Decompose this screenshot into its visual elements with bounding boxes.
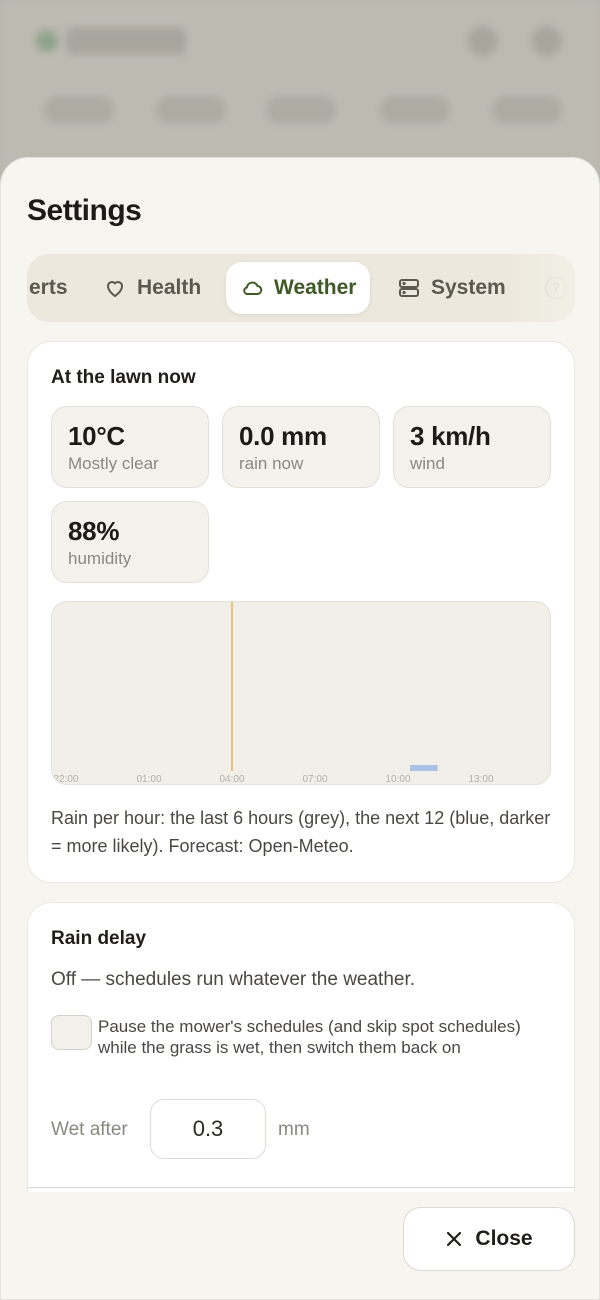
rain-delay-checkbox[interactable] bbox=[51, 1015, 92, 1050]
stat-value: 0.0 mm bbox=[239, 421, 327, 451]
rain-delay-card: Rain delay Off — schedules run whatever … bbox=[27, 902, 575, 1192]
background-stat bbox=[380, 96, 450, 124]
sheet-title: Settings bbox=[27, 194, 142, 227]
stat-value: 88% bbox=[68, 516, 120, 546]
x-tick-label: 22:00 bbox=[53, 774, 78, 785]
background-stat bbox=[492, 96, 562, 124]
background-button bbox=[468, 26, 498, 56]
rain-bar bbox=[410, 765, 438, 771]
background-button bbox=[532, 26, 562, 56]
tab-health[interactable]: Health bbox=[89, 262, 215, 314]
heart-icon bbox=[107, 281, 123, 297]
background-app bbox=[0, 0, 600, 170]
wind-stat: 3 km/h wind bbox=[393, 406, 551, 488]
close-button[interactable]: Close bbox=[403, 1207, 575, 1271]
temperature-stat: 10°C Mostly clear bbox=[51, 406, 209, 488]
rain-chart-svg: 22:00 01:00 04:00 07:00 10:00 13:00 bbox=[53, 602, 494, 785]
tab-alerts[interactable]: erts bbox=[27, 262, 82, 314]
background-stat bbox=[156, 96, 226, 124]
close-icon bbox=[447, 1231, 462, 1247]
stat-label: rain now bbox=[239, 454, 304, 473]
rain-delay-checkbox-label: Pause the mower's schedules (and skip sp… bbox=[98, 1017, 521, 1057]
tab-label: Health bbox=[137, 276, 202, 299]
tab-weather[interactable]: Weather bbox=[226, 262, 371, 314]
tab-label: System bbox=[431, 276, 506, 299]
tab-label: erts bbox=[29, 276, 68, 299]
humidity-stat: 88% humidity bbox=[51, 501, 209, 583]
x-tick-label: 01:00 bbox=[136, 774, 161, 785]
rain-delay-title: Rain delay bbox=[51, 928, 147, 949]
footer-divider bbox=[27, 1187, 575, 1188]
weather-card: At the lawn now 10°C Mostly clear 0.0 mm… bbox=[27, 341, 575, 883]
stat-value: 10°C bbox=[68, 421, 125, 451]
x-tick-label: 10:00 bbox=[385, 774, 410, 785]
server-icon bbox=[399, 279, 419, 297]
tab-system[interactable]: System bbox=[383, 262, 520, 314]
tab-label: Weather bbox=[274, 276, 357, 299]
stat-label: humidity bbox=[68, 549, 132, 568]
settings-tabs: erts Health Weather System ? bbox=[27, 254, 575, 322]
background-stat bbox=[266, 96, 336, 124]
x-tick-label: 13:00 bbox=[468, 774, 493, 785]
x-tick-label: 04:00 bbox=[219, 774, 244, 785]
cloud-icon bbox=[243, 281, 263, 295]
wet-after-label: Wet after bbox=[51, 1119, 128, 1140]
wet-after-input[interactable] bbox=[150, 1099, 266, 1159]
rain-stat: 0.0 mm rain now bbox=[222, 406, 380, 488]
background-logo bbox=[36, 30, 58, 52]
wet-after-unit: mm bbox=[278, 1119, 310, 1140]
background-stat bbox=[44, 96, 114, 124]
stat-label: Mostly clear bbox=[68, 454, 159, 473]
weather-section-title: At the lawn now bbox=[51, 367, 196, 388]
stat-value: 3 km/h bbox=[410, 421, 491, 451]
x-tick-label: 07:00 bbox=[302, 774, 327, 785]
rain-chart: 22:00 01:00 04:00 07:00 10:00 13:00 bbox=[51, 601, 551, 785]
settings-sheet: Settings erts Health Weather System ? At… bbox=[0, 157, 600, 1300]
background-title bbox=[66, 28, 186, 54]
close-button-label: Close bbox=[475, 1227, 533, 1250]
help-icon[interactable]: ? bbox=[545, 277, 567, 299]
chart-caption: Rain per hour: the last 6 hours (grey), … bbox=[51, 808, 551, 856]
stat-label: wind bbox=[410, 454, 445, 473]
rain-delay-status: Off — schedules run whatever the weather… bbox=[51, 969, 416, 990]
